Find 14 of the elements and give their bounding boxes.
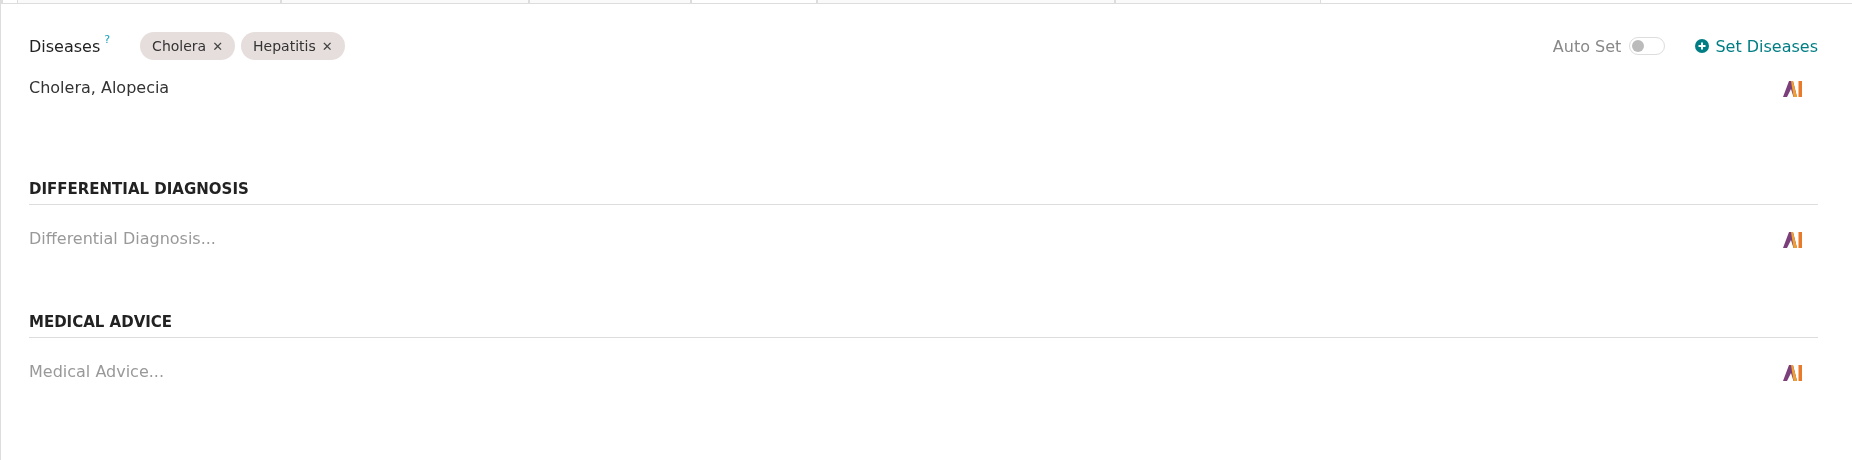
tag-chip[interactable]: Hepatitis ✕ xyxy=(241,32,345,60)
ai-icon[interactable] xyxy=(1782,80,1804,98)
set-diseases-button[interactable]: Set Diseases xyxy=(1695,36,1818,56)
ai-icon[interactable] xyxy=(1782,364,1804,382)
ai-icon[interactable] xyxy=(1782,231,1804,249)
remove-tag-button[interactable]: ✕ xyxy=(321,38,333,54)
tag-chip[interactable]: Cholera ✕ xyxy=(140,32,236,60)
remove-tag-button[interactable]: ✕ xyxy=(212,38,224,54)
field-label: Diseases xyxy=(29,36,101,56)
toggle-label: Auto Set xyxy=(1552,36,1622,56)
field-value[interactable]: Cholera, Alopecia xyxy=(29,78,170,97)
section-heading: MEDICAL ADVICE xyxy=(29,313,1818,338)
section-heading: DIFFERENTIAL DIAGNOSIS xyxy=(29,180,1818,205)
plus-circle-icon xyxy=(1695,39,1710,53)
